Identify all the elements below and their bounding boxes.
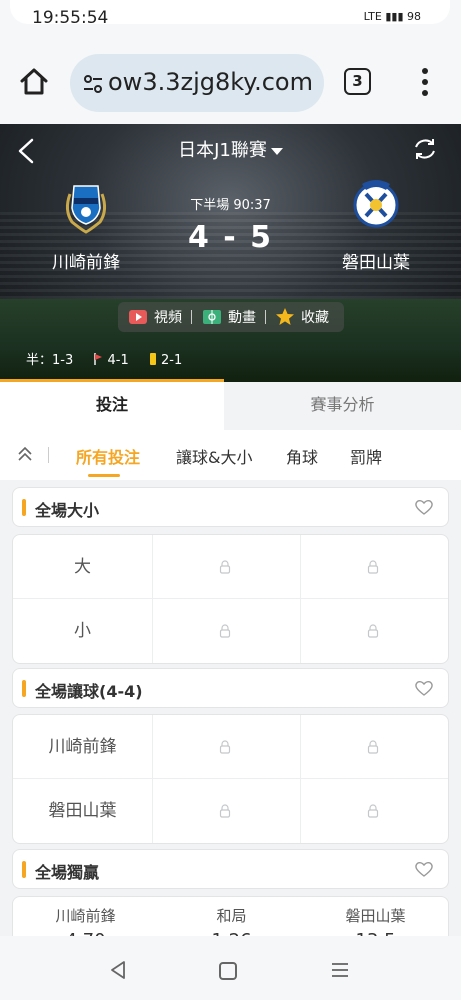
accent-bar bbox=[22, 680, 26, 697]
system-navigation-bar bbox=[0, 936, 461, 1000]
table-row: 磐田山葉 bbox=[13, 779, 448, 843]
away-team-name: 磐田山葉 bbox=[342, 253, 410, 273]
heart-icon[interactable] bbox=[414, 860, 434, 878]
tab-handicap-ou[interactable]: 讓球&大小 bbox=[176, 444, 252, 468]
heart-icon[interactable] bbox=[414, 498, 434, 516]
divider bbox=[48, 447, 49, 463]
odds-cell[interactable] bbox=[153, 715, 301, 779]
odds-cell[interactable] bbox=[301, 535, 448, 599]
lock-icon bbox=[367, 560, 379, 574]
odds-cell[interactable] bbox=[301, 599, 448, 663]
odds-cell[interactable] bbox=[153, 779, 301, 843]
odds-cell[interactable] bbox=[301, 779, 448, 843]
bet-category-tabs: 所有投注 讓球&大小 角球 罰牌 bbox=[0, 430, 461, 480]
option-name: 磐田山葉 bbox=[345, 907, 406, 925]
divider bbox=[191, 310, 192, 324]
card-count: 2-1 bbox=[161, 353, 183, 368]
table-row: 小 bbox=[13, 599, 448, 663]
nav-recents-icon[interactable] bbox=[331, 961, 349, 979]
row-label: 磐田山葉 bbox=[13, 779, 153, 843]
option-name: 川崎前鋒 bbox=[55, 907, 116, 925]
table-row: 大 bbox=[13, 535, 448, 599]
address-bar[interactable]: ow3.3zjg8ky.com bbox=[70, 54, 324, 112]
league-selector[interactable]: 日本J1聯賽 bbox=[0, 136, 461, 162]
lock-icon bbox=[219, 624, 231, 638]
row-label: 小 bbox=[13, 599, 153, 663]
away-team-logo bbox=[353, 180, 399, 228]
refresh-icon[interactable] bbox=[412, 136, 438, 162]
home-icon[interactable] bbox=[18, 66, 50, 98]
section-winner-header[interactable]: 全場獨贏 bbox=[12, 849, 449, 889]
handicap-table: 川崎前鋒 磐田山葉 bbox=[12, 714, 449, 844]
yellow-card-icon bbox=[149, 353, 156, 365]
odds-cell[interactable] bbox=[153, 599, 301, 663]
section-over-under-header[interactable]: 全場大小 bbox=[12, 487, 449, 527]
divider bbox=[265, 310, 266, 324]
corner-flag-icon bbox=[94, 353, 103, 365]
nav-back-icon[interactable] bbox=[108, 960, 128, 980]
section-title: 全場讓球(4-4) bbox=[35, 682, 143, 701]
url-text[interactable]: ow3.3zjg8ky.com bbox=[108, 68, 313, 96]
table-row: 川崎前鋒 bbox=[13, 715, 448, 779]
main-tabs: 投注 賽事分析 bbox=[0, 382, 461, 430]
lock-icon bbox=[367, 624, 379, 638]
accent-bar bbox=[22, 861, 26, 878]
row-label: 大 bbox=[13, 535, 153, 599]
media-actions-bar: 視頻 動畫 收藏 bbox=[118, 302, 344, 332]
caret-down-icon bbox=[270, 147, 283, 155]
section-title: 全場大小 bbox=[35, 501, 100, 520]
tab-bet[interactable]: 投注 bbox=[0, 382, 224, 430]
tab-all-bets[interactable]: 所有投注 bbox=[76, 444, 140, 468]
option-name: 和局 bbox=[216, 907, 247, 925]
tab-analysis[interactable]: 賽事分析 bbox=[224, 382, 461, 430]
section-handicap-header[interactable]: 全場讓球(4-4) bbox=[12, 668, 449, 708]
active-subtab-indicator bbox=[88, 474, 120, 477]
status-time: 19:55:54 bbox=[32, 8, 109, 28]
lock-icon bbox=[219, 804, 231, 818]
site-settings-icon[interactable] bbox=[82, 73, 104, 95]
lock-icon bbox=[219, 560, 231, 574]
status-bar: 19:55:54 LTE ▮▮▮ 98 bbox=[0, 0, 461, 32]
lock-icon bbox=[367, 804, 379, 818]
match-header: 日本J1聯賽 川崎前鋒 下半場 90:37 4 - 5 磐田山葉 視頻 動畫 收… bbox=[0, 124, 461, 382]
tab-corners[interactable]: 角球 bbox=[286, 444, 318, 468]
corner-count: 4-1 bbox=[107, 353, 129, 368]
accent-bar bbox=[22, 499, 26, 516]
tab-switcher-button[interactable]: 3 bbox=[344, 68, 371, 95]
league-name: 日本J1聯賽 bbox=[178, 140, 267, 161]
favorite-button[interactable]: 收藏 bbox=[301, 307, 329, 327]
nav-home-icon[interactable] bbox=[219, 962, 237, 980]
section-title: 全場獨贏 bbox=[35, 863, 100, 882]
row-label: 川崎前鋒 bbox=[13, 715, 153, 779]
half-time-score: 半：1-3 bbox=[26, 353, 74, 368]
signal-indicator: LTE ▮▮▮ 98 bbox=[363, 10, 421, 23]
over-under-table: 大 小 bbox=[12, 534, 449, 664]
heart-icon[interactable] bbox=[414, 679, 434, 697]
video-button[interactable]: 視頻 bbox=[154, 307, 182, 327]
more-menu-icon[interactable] bbox=[420, 67, 430, 97]
video-icon[interactable] bbox=[128, 309, 148, 325]
odds-cell[interactable] bbox=[153, 535, 301, 599]
lock-icon bbox=[367, 740, 379, 754]
match-stats: 半：1-3 4-1 2-1 bbox=[26, 349, 198, 368]
animation-pitch-icon[interactable] bbox=[202, 309, 222, 325]
tab-cards[interactable]: 罰牌 bbox=[350, 444, 382, 468]
animation-button[interactable]: 動畫 bbox=[228, 307, 256, 327]
collapse-all-icon[interactable] bbox=[16, 445, 34, 463]
lock-icon bbox=[219, 740, 231, 754]
odds-cell[interactable] bbox=[301, 715, 448, 779]
browser-toolbar: ow3.3zjg8ky.com 3 bbox=[0, 32, 461, 124]
star-icon[interactable] bbox=[275, 307, 295, 327]
